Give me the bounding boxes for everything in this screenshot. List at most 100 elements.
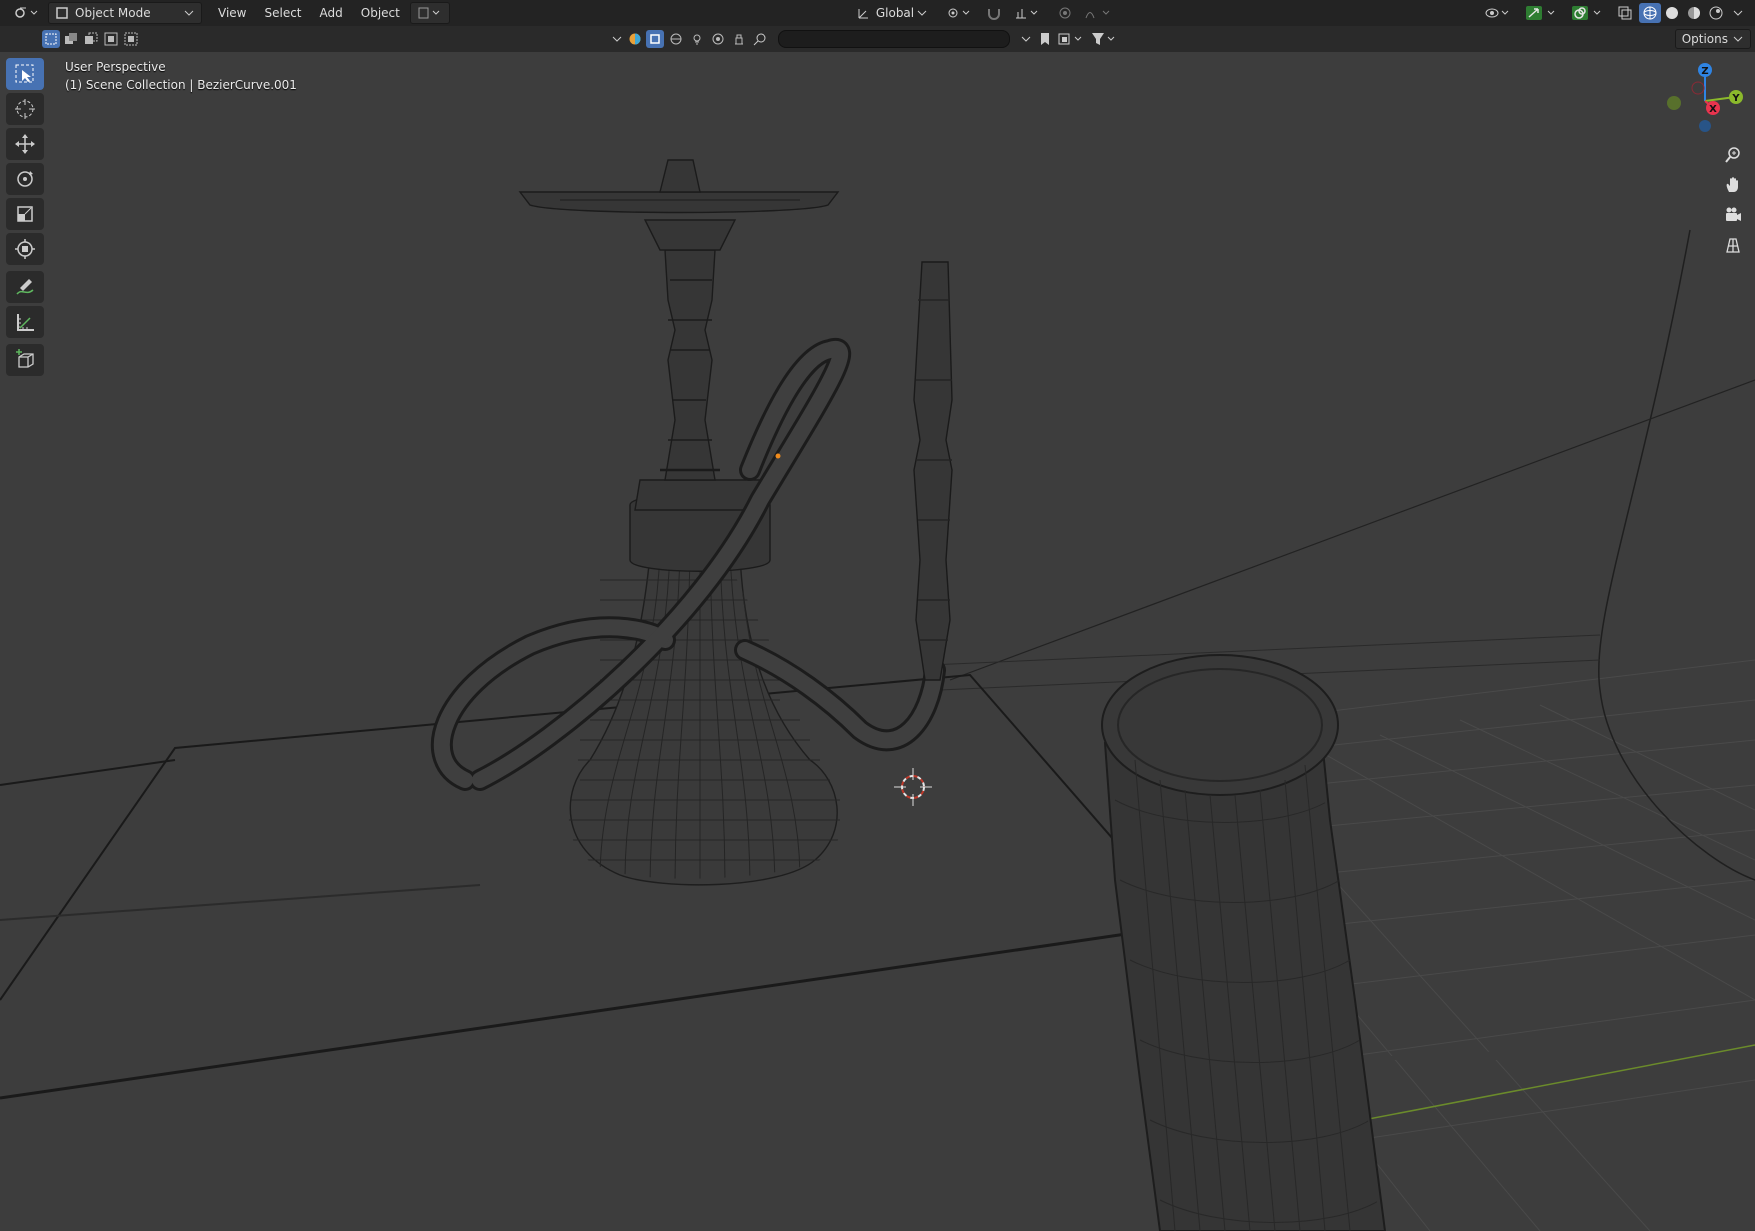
- xray-icon: [1618, 6, 1632, 20]
- scene-wireframe: [0, 159, 1755, 1231]
- grid-icon: [1726, 238, 1740, 253]
- pivot-icon: [948, 8, 970, 18]
- falloff-curve-icon: [1085, 10, 1110, 19]
- bookmark-button[interactable]: [1036, 30, 1054, 48]
- tool-rotate[interactable]: [6, 163, 44, 195]
- material-shading-icon: [1688, 7, 1700, 19]
- hookah-stem: [518, 159, 840, 572]
- layout-dropdown[interactable]: [1057, 31, 1087, 47]
- pan-view-button[interactable]: [1720, 172, 1746, 198]
- search-input[interactable]: [778, 30, 1010, 48]
- chevron-down-icon: [612, 36, 622, 42]
- tool-scale[interactable]: [6, 198, 44, 230]
- shading-options-dropdown[interactable]: [1727, 3, 1749, 23]
- neg-y-axis-handle: [1667, 96, 1681, 110]
- scale-icon: [17, 206, 33, 222]
- object-filter-light[interactable]: [688, 30, 706, 48]
- object-filter-other[interactable]: [730, 30, 748, 48]
- menu-select[interactable]: Select: [258, 3, 307, 23]
- proportional-falloff-dropdown[interactable]: [1078, 3, 1120, 23]
- tool-cursor[interactable]: [6, 93, 44, 125]
- object-visibility-dropdown[interactable]: [1479, 3, 1519, 23]
- gizmo-toggle-dropdown[interactable]: [409, 2, 450, 24]
- solid-shading-icon: [1666, 7, 1678, 19]
- scene-filter-button[interactable]: [627, 31, 643, 47]
- menu-add[interactable]: Add: [314, 3, 349, 23]
- shading-wireframe-button[interactable]: [1639, 3, 1661, 23]
- shading-material-button[interactable]: [1683, 3, 1705, 23]
- snap-target-dropdown[interactable]: [1008, 3, 1048, 23]
- viewport-filter-group: [610, 30, 1120, 48]
- select-intersect-icon: [124, 32, 138, 46]
- select-extend-button[interactable]: [62, 30, 80, 48]
- object-origin: [775, 453, 781, 459]
- proportional-edit-toggle[interactable]: [1052, 3, 1078, 23]
- zoom-icon: [1725, 147, 1740, 163]
- menu-view[interactable]: View: [212, 3, 252, 23]
- add-cube-icon: [16, 349, 34, 368]
- backdrop-edge: [1597, 229, 1755, 881]
- tool-add-cube[interactable]: [6, 344, 44, 376]
- select-invert-icon: [104, 32, 118, 46]
- rotate-icon: [17, 171, 33, 187]
- selection-mode-group: [42, 30, 140, 48]
- tool-select-box[interactable]: [6, 58, 44, 90]
- shading-solid-button[interactable]: [1661, 3, 1683, 23]
- tool-annotate[interactable]: [6, 271, 44, 303]
- snap-toggle[interactable]: [980, 3, 1008, 23]
- object-filter-curve[interactable]: [667, 30, 685, 48]
- perspective-toggle-button[interactable]: [1720, 232, 1746, 258]
- tool-move[interactable]: [6, 128, 44, 160]
- hookah-mouthpiece: [913, 261, 953, 681]
- search-options-dropdown[interactable]: [1019, 31, 1033, 47]
- transform-orientation-dropdown[interactable]: Global: [850, 3, 934, 23]
- camera-icon: [1726, 207, 1741, 221]
- cylinder-pillar: [1101, 654, 1387, 1231]
- editor-type-icon: [15, 7, 38, 18]
- select-intersect-button[interactable]: [122, 30, 140, 48]
- select-invert-button[interactable]: [102, 30, 120, 48]
- transform-affect-icon: [418, 7, 440, 19]
- camera-icon: [712, 33, 724, 45]
- select-box-icon: [15, 64, 34, 83]
- transform-orientation-label: Global: [875, 6, 915, 20]
- camera-view-button[interactable]: [1720, 202, 1746, 228]
- chevron-down-icon: [1733, 36, 1743, 42]
- mesh-icon: [650, 34, 660, 44]
- bookmark-icon: [1041, 33, 1049, 45]
- menu-object[interactable]: Object: [355, 3, 406, 23]
- pivot-point-dropdown[interactable]: [940, 3, 980, 23]
- annotate-icon: [16, 279, 34, 295]
- tool-measure[interactable]: [6, 306, 44, 338]
- filter-funnel-dropdown[interactable]: [1090, 31, 1120, 47]
- object-filter-camera[interactable]: [709, 30, 727, 48]
- select-subtract-button[interactable]: [82, 30, 100, 48]
- overlays-icon: [1572, 6, 1601, 20]
- measure-icon: [17, 314, 34, 331]
- select-new-icon: [45, 33, 57, 45]
- editor-type-button[interactable]: [8, 3, 44, 23]
- tool-shelf: [6, 58, 46, 379]
- tool-transform[interactable]: [6, 233, 44, 265]
- orientation-icon: [858, 9, 868, 19]
- mode-dropdown[interactable]: Object Mode: [48, 2, 202, 24]
- options-label: Options: [1681, 32, 1728, 46]
- filter-dropdown[interactable]: [610, 31, 624, 47]
- search-button[interactable]: [751, 30, 769, 48]
- navigation-gizmo[interactable]: Z Y X: [1660, 56, 1750, 146]
- layout-icon: [1058, 33, 1082, 45]
- shading-rendered-button[interactable]: [1705, 3, 1727, 23]
- 3d-viewport[interactable]: User Perspective (1) Scene Collection | …: [0, 52, 1755, 1231]
- 3d-cursor: [894, 768, 932, 806]
- zoom-view-button[interactable]: [1720, 142, 1746, 168]
- xray-toggle[interactable]: [1611, 3, 1639, 23]
- object-filter-mesh[interactable]: [646, 30, 664, 48]
- light-icon: [693, 34, 701, 45]
- options-dropdown[interactable]: Options: [1674, 29, 1751, 49]
- select-new-button[interactable]: [42, 30, 60, 48]
- gizmo-visibility-toggle[interactable]: [1519, 3, 1565, 23]
- gizmo-icon: [1526, 6, 1555, 20]
- y-axis-label: Y: [1731, 93, 1740, 104]
- overlays-toggle[interactable]: [1565, 3, 1611, 23]
- select-subtract-icon: [85, 32, 98, 44]
